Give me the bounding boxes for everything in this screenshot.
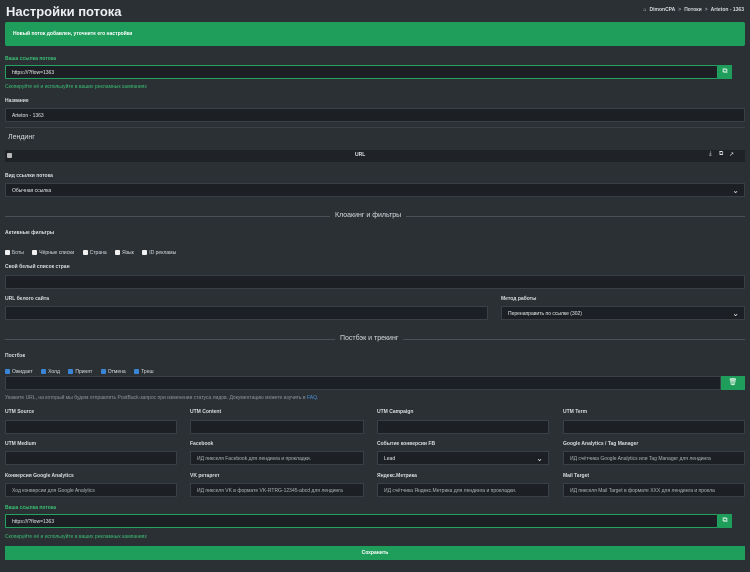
status-label: Отмена (107, 368, 126, 375)
ga-label: Google Analytics / Tag Manager (563, 441, 639, 447)
postback-hint-text: Укажите URL, на который мы будем отправл… (5, 395, 307, 401)
copy-icon[interactable]: ⧉ (719, 151, 723, 158)
filter-checkbox[interactable] (32, 250, 38, 256)
utm-medium-label: UTM Medium (5, 441, 37, 447)
breadcrumb-item: Arteton - 1363 (710, 7, 744, 13)
filter-checkbox[interactable] (82, 250, 88, 256)
mt-label: Mail Target (563, 473, 590, 479)
page-title: Настройки потока (6, 4, 122, 19)
link-type-select[interactable]: Обычная ссылка ⌄ (5, 183, 745, 197)
countries-label: Свой белый список стран (5, 264, 70, 270)
white-url-field[interactable] (5, 306, 488, 320)
utm-term-label: UTM Term (563, 409, 588, 415)
landing-checkbox[interactable] (7, 153, 12, 158)
breadcrumb-item[interactable]: Потоки (684, 7, 702, 13)
landing-title: Лендинг (8, 134, 35, 141)
landing-row: URL ⤓ ⧉ ↗ (5, 150, 745, 162)
ym-label: Яндекс.Метрика (377, 473, 417, 479)
filter-label: ID рекламы (149, 249, 177, 256)
facebook-pixel-field[interactable]: ИД пикселя Facebook для лендинга и прокл… (190, 451, 364, 465)
name-field[interactable]: Arteton - 1363 (5, 108, 745, 122)
status-label: Принят (75, 368, 93, 375)
method-value: Перенаправить по ссылке (302) (508, 311, 582, 317)
utm-medium-field[interactable] (5, 451, 177, 465)
gconv-label: Конверсия Google Analytics (5, 473, 74, 479)
copy-button[interactable]: ⧉ (718, 65, 732, 79)
filter-label: Боты (12, 249, 24, 256)
filter-checkbox[interactable] (115, 250, 121, 256)
mt-field[interactable]: ИД пикселя Mail Target в формате XXX для… (563, 483, 745, 497)
filter-label: Язык (122, 249, 134, 256)
fb-event-label: Событие конверсии FB (377, 441, 436, 447)
status-label: Треш (141, 368, 154, 375)
flow-link-field[interactable]: https:///?flow=1363 (5, 65, 718, 79)
facebook-label: Facebook (190, 441, 214, 447)
utm-source-label: UTM Source (5, 409, 35, 415)
utm-content-field[interactable] (190, 420, 364, 434)
countries-field[interactable] (5, 275, 745, 289)
trash-icon: 🗑 (728, 379, 738, 386)
copy-icon: ⧉ (722, 517, 728, 524)
link-type-label: Вид ссылки потока (5, 173, 53, 179)
utm-content-label: UTM Content (190, 409, 222, 415)
copy-button-bottom[interactable]: ⧉ (718, 514, 732, 528)
gconv-field[interactable]: Ход конверсии для Google Analytics (5, 483, 177, 497)
breadcrumb-item[interactable]: DimonCPA (650, 7, 676, 13)
success-alert: Новый поток добавлен, уточните его настр… (5, 22, 745, 46)
filter-checkbox[interactable] (142, 250, 148, 256)
status-checkbox[interactable] (68, 369, 74, 375)
download-icon[interactable]: ⤓ (709, 151, 712, 158)
status-checkbox[interactable] (5, 369, 10, 375)
method-select[interactable]: Перенаправить по ссылке (302) ⌄ (501, 306, 745, 320)
postback-hint: Укажите URL, на который мы будем отправл… (5, 395, 318, 401)
status-label: Холд (48, 368, 60, 375)
vk-field[interactable]: ИД пикселя VK в формате VK-RTRG-12345-ab… (190, 483, 364, 497)
flow-link-field-bottom[interactable]: https:///?flow=1363 (5, 514, 718, 528)
filters-group: Боты Чёрные списки Страна Язык ID реклам… (5, 244, 180, 262)
chevron-down-icon: ⌄ (536, 454, 543, 463)
chevron-down-icon: ⌄ (732, 186, 739, 195)
landing-url-header: URL (355, 152, 366, 158)
status-checkbox[interactable] (134, 369, 140, 375)
utm-term-field[interactable] (563, 420, 745, 434)
filter-label: Страна (89, 249, 107, 256)
link-type-value: Обычная ссылка (12, 188, 52, 194)
filter-checkbox[interactable] (5, 250, 10, 256)
fb-event-select[interactable]: Lead ⌄ (377, 451, 549, 465)
save-button[interactable]: Сохранить (5, 546, 745, 560)
utm-campaign-label: UTM Campaign (377, 409, 414, 415)
flow-link-label: Ваша ссылка потока (5, 56, 57, 62)
postback-label: Постбэк (5, 353, 26, 359)
utm-campaign-field[interactable] (377, 420, 549, 434)
chevron-down-icon: ⌄ (732, 309, 739, 318)
vk-label: VK ретаргет (190, 473, 220, 479)
flow-link-hint: Скопируйте её и используйте в ваших рекл… (5, 84, 147, 90)
utm-source-field[interactable] (5, 420, 177, 434)
ym-field[interactable]: ИД счётчика Яндекс.Метрика для лендинга … (377, 483, 549, 497)
postback-url-field[interactable] (5, 376, 721, 390)
home-icon[interactable]: ⌂ (643, 7, 646, 13)
landing-section: Лендинг URL ⤓ ⧉ ↗ (5, 127, 745, 163)
status-checkbox[interactable] (41, 369, 47, 375)
filter-label: Чёрные списки (39, 249, 75, 256)
ga-field[interactable]: ИД счётчика Google Analytics или Tag Man… (563, 451, 745, 465)
copy-icon: ⧉ (722, 68, 728, 75)
faq-link[interactable]: FAQ (307, 395, 317, 401)
flow-link-hint-bottom: Скопируйте её и используйте в ваших рекл… (5, 534, 147, 540)
status-checkbox[interactable] (100, 369, 106, 375)
white-url-label: URL белого сайта (5, 296, 49, 302)
method-label: Метод работы (501, 296, 537, 302)
external-link-icon[interactable]: ↗ (729, 151, 734, 158)
delete-postback-button[interactable]: 🗑 (721, 376, 745, 390)
cloaking-title: Клоакинг и фильтры (330, 212, 407, 219)
status-label: Ожидает (12, 368, 33, 375)
fb-event-value: Lead (384, 456, 396, 462)
breadcrumb: ⌂ DimonCPA > Потоки > Arteton - 1363 (643, 7, 744, 13)
name-label: Название (5, 98, 29, 104)
filters-label: Активные фильтры (5, 230, 55, 236)
flow-link-label-bottom: Ваша ссылка потока (5, 505, 57, 511)
postback-title: Постбэк и трекинг (335, 335, 404, 342)
postback-hint-end: . (316, 395, 319, 401)
